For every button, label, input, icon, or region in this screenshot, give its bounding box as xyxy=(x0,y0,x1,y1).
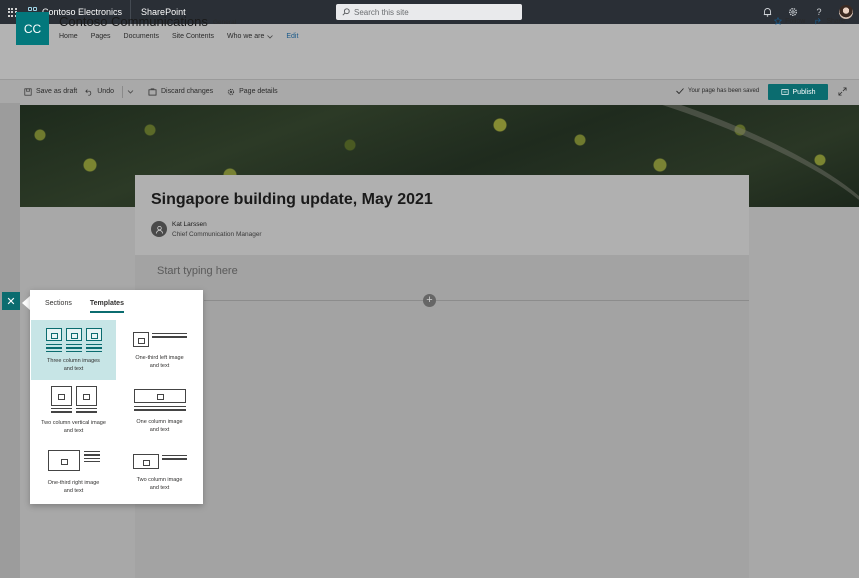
template-one-third-right[interactable]: One-third right image and text xyxy=(31,446,116,506)
undo-button[interactable]: Undo xyxy=(85,88,114,96)
author-role: Chief Communication Manager xyxy=(172,231,262,238)
template-label: One-third right image and text xyxy=(47,480,100,494)
publish-button[interactable]: Publish xyxy=(768,84,828,100)
template-thumbnail xyxy=(132,454,187,480)
template-label: Two column vertical image and text xyxy=(41,420,106,434)
template-two-column[interactable]: Two column image and text xyxy=(117,446,202,506)
nav-edit-link[interactable]: Edit xyxy=(286,33,298,40)
site-logo[interactable]: CC xyxy=(16,12,49,45)
divider xyxy=(121,85,123,98)
author-name: Kat Larssen xyxy=(172,221,207,228)
search-icon xyxy=(342,8,350,16)
tab-sections[interactable]: Sections xyxy=(45,300,72,307)
save-draft-label: Save as draft xyxy=(36,88,78,95)
left-rail xyxy=(0,103,20,578)
publish-label: Publish xyxy=(792,88,816,96)
section-divider xyxy=(204,300,749,301)
template-one-third-left[interactable]: One-third left image and text xyxy=(117,320,202,380)
discard-changes-button[interactable]: Discard changes xyxy=(148,87,214,96)
discard-label: Discard changes xyxy=(160,88,214,95)
add-section-button[interactable]: + xyxy=(423,294,436,307)
nav-item-pages[interactable]: Pages xyxy=(91,33,111,40)
publish-icon xyxy=(780,89,789,95)
page-title[interactable]: Singapore building update, May 2021 xyxy=(151,191,433,209)
text-placeholder[interactable]: Start typing here xyxy=(157,265,238,277)
site-navigation: Home Pages Documents Site Contents Who w… xyxy=(59,33,298,40)
page-details-label: Page details xyxy=(239,88,278,95)
panel-beak xyxy=(22,296,30,310)
share-icon xyxy=(815,17,822,25)
command-bar: Save as draft Undo Discard changes Page … xyxy=(0,79,859,103)
nav-item-home[interactable]: Home xyxy=(59,33,78,40)
templates-panel: Sections Templates Three column images a… xyxy=(30,290,203,504)
close-icon: ✕ xyxy=(6,295,16,308)
template-thumbnail xyxy=(45,328,102,354)
follow-label: Follow xyxy=(785,17,806,25)
discard-icon xyxy=(148,87,157,96)
template-two-column-vertical[interactable]: Two column vertical image and text xyxy=(31,383,116,443)
panel-tabs: Sections Templates xyxy=(30,290,203,316)
person-icon xyxy=(155,225,163,234)
undo-label: Undo xyxy=(97,88,114,95)
expand-icon[interactable] xyxy=(838,87,847,98)
nav-item-documents[interactable]: Documents xyxy=(124,33,159,40)
checkmark-icon xyxy=(676,88,684,94)
gear-icon xyxy=(228,88,235,95)
save-status-text: Your page has been saved xyxy=(688,88,760,94)
follow-share: Follow Share xyxy=(774,17,845,25)
template-thumbnail xyxy=(132,332,187,358)
search-placeholder: Search this site xyxy=(354,7,409,17)
site-title[interactable]: Contoso Communications xyxy=(59,14,208,29)
save-icon xyxy=(24,87,32,96)
undo-dropdown-button[interactable] xyxy=(127,89,134,94)
template-label: Three column images and text xyxy=(47,358,100,372)
undo-icon xyxy=(85,88,92,96)
follow-button[interactable]: Follow xyxy=(774,17,805,25)
page-details-button[interactable]: Page details xyxy=(227,88,278,96)
site-classification: General xyxy=(213,19,237,26)
nav-item-label: Who we are xyxy=(226,33,265,40)
chevron-down-icon xyxy=(267,34,274,39)
nav-item-who-we-are[interactable]: Who we are xyxy=(226,33,274,40)
chevron-down-icon xyxy=(127,89,134,94)
tab-templates[interactable]: Templates xyxy=(89,300,125,313)
share-button[interactable]: Share xyxy=(815,17,845,25)
close-toolbox-button[interactable]: ✕ xyxy=(2,292,20,310)
template-thumbnail xyxy=(47,450,100,476)
nav-item-site-contents[interactable]: Site Contents xyxy=(172,33,214,40)
share-label: Share xyxy=(826,17,845,25)
template-label: One column image and text xyxy=(136,419,183,433)
site-search-input[interactable]: Search this site xyxy=(336,4,522,20)
star-icon xyxy=(774,17,783,25)
author-avatar[interactable] xyxy=(151,221,167,237)
template-thumbnail xyxy=(50,386,97,416)
template-three-column[interactable]: Three column images and text xyxy=(31,320,116,380)
template-thumbnail xyxy=(133,389,186,415)
bell-icon[interactable] xyxy=(761,6,773,18)
save-draft-button[interactable]: Save as draft xyxy=(24,87,78,96)
template-one-column[interactable]: One column image and text xyxy=(117,383,202,443)
save-status: Your page has been saved xyxy=(676,88,759,94)
title-region xyxy=(135,175,749,255)
